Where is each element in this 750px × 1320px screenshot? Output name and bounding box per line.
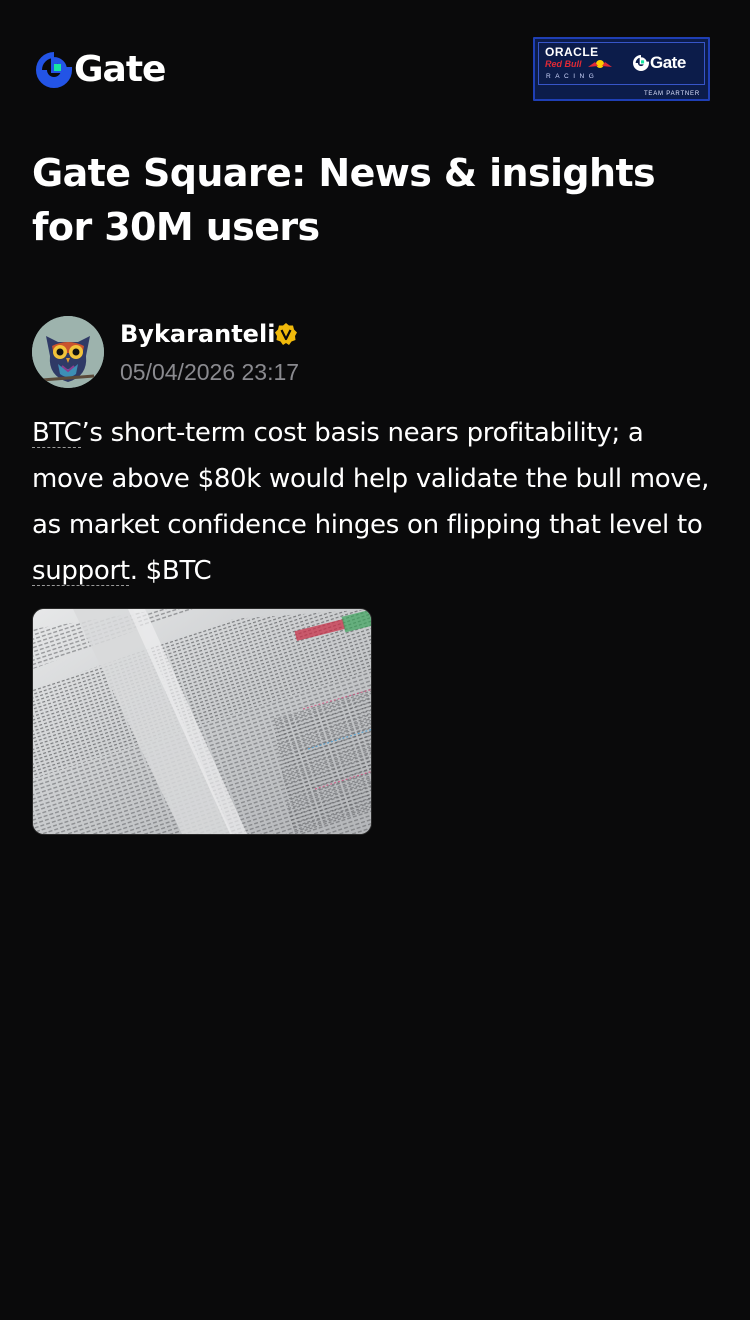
author-avatar[interactable] xyxy=(32,316,104,388)
gate-logo-icon xyxy=(633,55,649,71)
gate-logo-icon xyxy=(36,52,72,88)
partner-gate-text: Gate xyxy=(650,53,686,72)
team-partner-text: TEAM PARTNER xyxy=(643,91,700,97)
page-title: Gate Square: News & insights for 30M use… xyxy=(32,151,656,249)
partner-redbull-text: Red Bull xyxy=(545,59,582,69)
gate-logo[interactable]: Gate xyxy=(36,49,166,90)
red-bull-icon xyxy=(588,60,612,68)
btc-cashtag-link[interactable]: $BTC xyxy=(146,556,212,586)
header: Gate ORACLE Red Bull RACING Gate TEAM PA… xyxy=(0,0,750,130)
oracle-red-bull-partner-badge[interactable]: ORACLE Red Bull RACING Gate TEAM PARTNER xyxy=(533,37,710,101)
post-timestamp: 05/04/2026 23:17 xyxy=(120,359,300,385)
partner-gate-logo: Gate xyxy=(633,53,686,73)
author-name[interactable]: Bykaranteli xyxy=(120,318,275,350)
owl-avatar-icon xyxy=(32,316,104,388)
post-text-part2: . xyxy=(129,556,146,586)
newspaper-image-icon xyxy=(33,609,371,834)
partner-oracle-text: ORACLE xyxy=(545,45,599,59)
post-text-part1: ’s short-term cost basis nears profitabi… xyxy=(32,418,710,540)
support-tag-link[interactable]: support xyxy=(32,556,130,586)
verified-badge-icon xyxy=(275,323,297,345)
post-image[interactable] xyxy=(32,608,372,835)
post-body: BTC’s short-term cost basis nears profit… xyxy=(32,410,718,594)
partner-racing-text: RACING xyxy=(546,73,599,80)
logo-text: Gate xyxy=(74,49,166,90)
btc-tag-link[interactable]: BTC xyxy=(32,418,82,448)
